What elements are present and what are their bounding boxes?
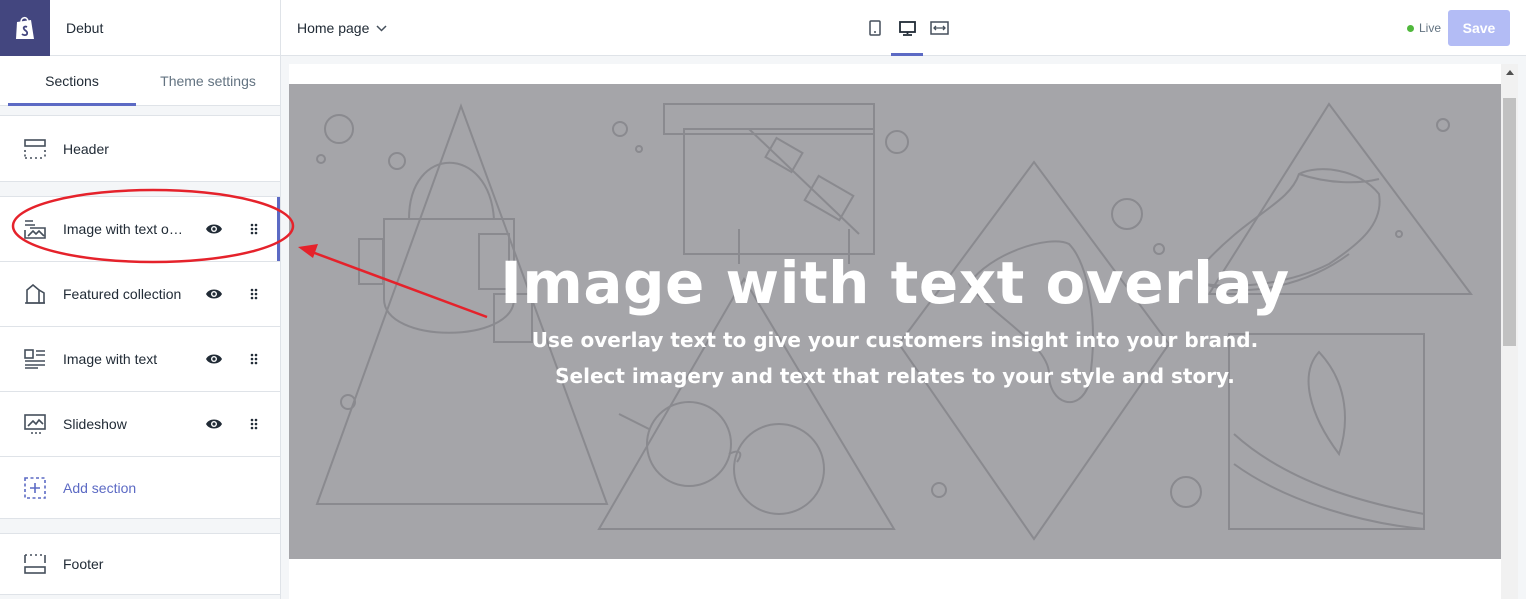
section-label: Header: [63, 140, 109, 157]
scrollbar-thumb[interactable]: [1503, 98, 1516, 346]
live-dot-icon: [1407, 24, 1414, 32]
slideshow-icon: [24, 413, 46, 435]
section-item-image-with-text[interactable]: Image with text: [0, 327, 280, 392]
page-selector-dropdown[interactable]: Home page: [297, 0, 387, 56]
section-item-footer[interactable]: Footer: [0, 534, 280, 594]
drag-handle-icon[interactable]: [249, 288, 259, 300]
section-label: Footer: [63, 556, 104, 572]
section-item-featured-collection[interactable]: Featured collection: [0, 262, 280, 327]
drag-handle-icon[interactable]: [249, 223, 259, 235]
collection-icon: [24, 283, 46, 305]
fullscreen-icon: [929, 21, 949, 35]
tab-sections[interactable]: Sections: [8, 56, 136, 106]
hero-subtitle-line-1: Use overlay text to give your customers …: [531, 328, 1259, 352]
chevron-down-icon: [376, 24, 387, 32]
shopify-bag-icon: [16, 16, 34, 39]
theme-name: Debut: [66, 19, 104, 36]
visibility-eye-icon[interactable]: [204, 351, 224, 367]
header-section-card: Header: [0, 115, 280, 182]
shopify-logo[interactable]: [0, 0, 50, 56]
page-selector-label: Home page: [297, 20, 370, 36]
add-section-label: Add section: [63, 479, 137, 496]
section-label: Featured collection: [63, 286, 182, 302]
mobile-icon: [869, 20, 881, 36]
preview-scrollbar[interactable]: [1501, 64, 1518, 599]
device-toggle: [859, 0, 955, 56]
scroll-up-arrow-icon[interactable]: [1501, 64, 1518, 81]
desktop-icon: [898, 20, 916, 36]
section-item-header[interactable]: Header: [0, 116, 280, 181]
live-status-label: Live: [1419, 21, 1442, 35]
desktop-view-button[interactable]: [891, 0, 923, 56]
footer-section-card: Footer: [0, 533, 280, 595]
visibility-eye-icon[interactable]: [204, 221, 224, 237]
hero-title: Image with text overlay: [500, 249, 1290, 317]
save-button[interactable]: Save: [1448, 10, 1510, 46]
live-status: Live: [1407, 0, 1441, 56]
sidebar-tabs: Sections Theme settings: [0, 56, 280, 106]
header-layout-icon: [24, 138, 46, 160]
add-section-button[interactable]: Add section: [0, 457, 280, 518]
fullscreen-view-button[interactable]: [923, 0, 955, 56]
section-item-slideshow[interactable]: Slideshow: [0, 392, 280, 457]
storefront-preview: Image with text overlay Use overlay text…: [289, 64, 1518, 599]
section-label: Slideshow: [63, 416, 127, 432]
add-section-icon: [24, 476, 46, 499]
visibility-eye-icon[interactable]: [204, 286, 224, 302]
section-label: Image with text overlay: [63, 221, 189, 237]
tab-theme-settings[interactable]: Theme settings: [144, 56, 272, 105]
hero-text-block: Image with text overlay Use overlay text…: [289, 250, 1501, 394]
hero-subtitle-line-2: Select imagery and text that relates to …: [555, 364, 1235, 388]
footer-layout-icon: [24, 553, 46, 575]
drag-handle-icon[interactable]: [249, 418, 259, 430]
image-with-text-overlay-section[interactable]: Image with text overlay Use overlay text…: [289, 84, 1501, 559]
section-item-image-with-text-overlay[interactable]: Image with text overlay: [0, 197, 280, 262]
image-overlay-icon: [24, 218, 46, 240]
section-label: Image with text: [63, 351, 158, 367]
content-sections-card: Image with text overlay Featured collect…: [0, 196, 280, 519]
drag-handle-icon[interactable]: [249, 353, 259, 365]
sidebar-brand: Debut: [0, 0, 280, 56]
visibility-eye-icon[interactable]: [204, 416, 224, 432]
editor-topbar: Home page Live Save: [281, 0, 1526, 56]
theme-editor-sidebar: Debut Sections Theme settings Header Ima…: [0, 0, 281, 599]
mobile-view-button[interactable]: [859, 0, 891, 56]
image-text-icon: [24, 348, 46, 370]
